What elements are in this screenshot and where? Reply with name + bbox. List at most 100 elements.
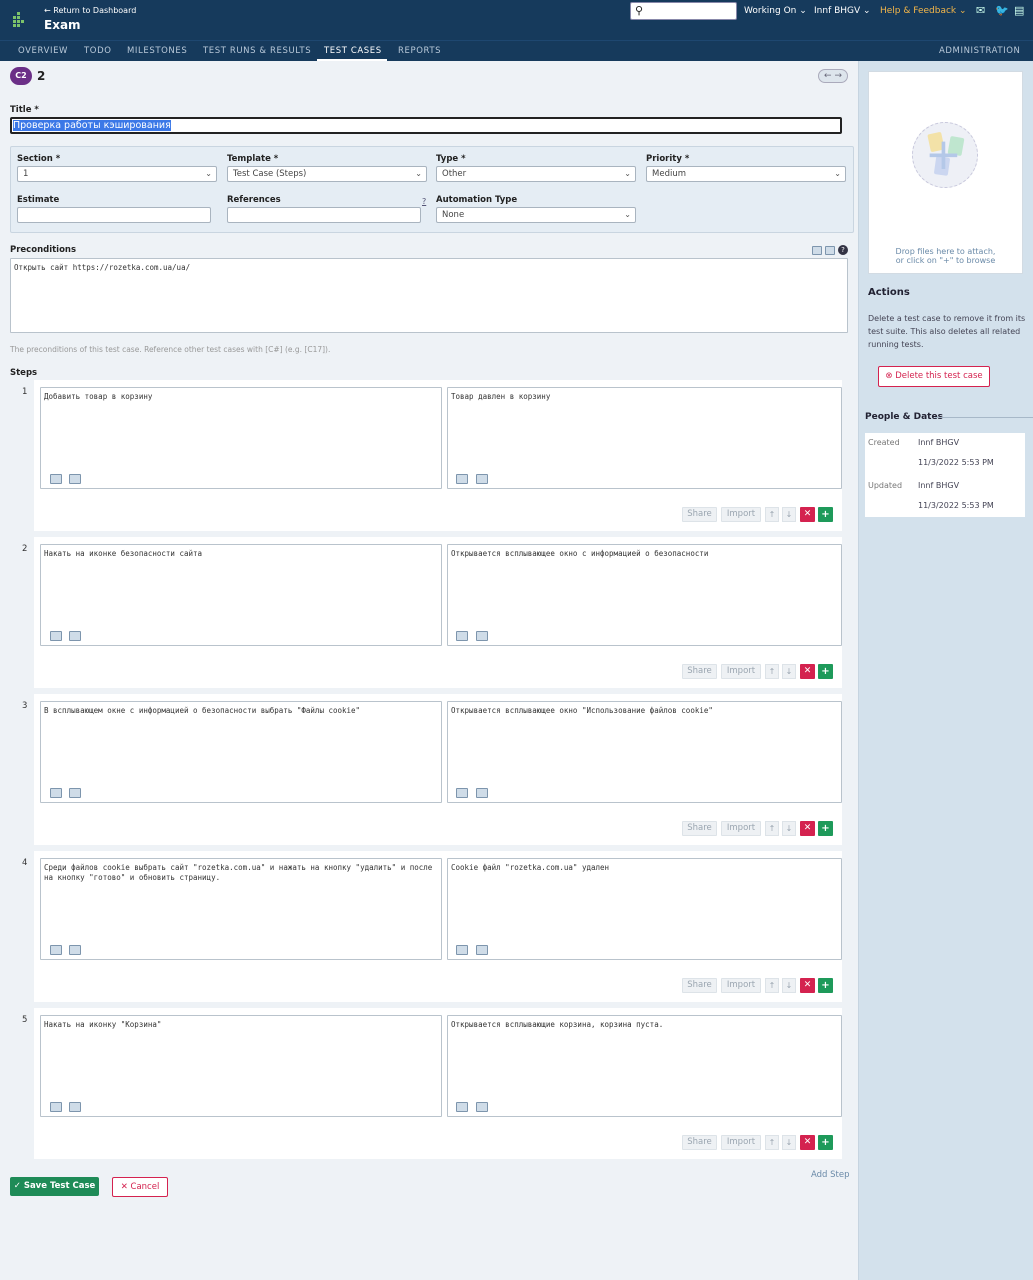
- nav-reports[interactable]: REPORTS: [398, 46, 441, 56]
- image-icon[interactable]: [50, 945, 62, 955]
- image-icon[interactable]: [456, 474, 468, 484]
- image-icon[interactable]: [456, 945, 468, 955]
- arrow-left-icon[interactable]: ←: [824, 71, 832, 81]
- add-step-icon[interactable]: +: [818, 978, 833, 993]
- table-icon[interactable]: [69, 1102, 81, 1112]
- save-test-case-button[interactable]: ✓ Save Test Case: [10, 1177, 99, 1196]
- cancel-button[interactable]: ✕ Cancel: [112, 1177, 168, 1197]
- image-icon[interactable]: [456, 788, 468, 798]
- delete-step-icon[interactable]: ✕: [800, 821, 815, 836]
- table-icon[interactable]: [69, 474, 81, 484]
- import-button[interactable]: Import: [721, 1135, 761, 1150]
- move-down-icon[interactable]: ↓: [782, 664, 796, 679]
- delete-test-case-button[interactable]: ⊗ Delete this test case: [878, 366, 990, 387]
- nav-test-cases[interactable]: TEST CASES: [324, 46, 382, 56]
- nav-todo[interactable]: TODO: [84, 46, 112, 56]
- preconditions-label: Preconditions: [10, 245, 77, 255]
- table-icon[interactable]: [69, 945, 81, 955]
- step-expected-textarea[interactable]: Открывается всплывающее окно "Использова…: [447, 701, 842, 803]
- move-up-icon[interactable]: ↑: [765, 978, 779, 993]
- share-button[interactable]: Share: [682, 1135, 717, 1150]
- image-icon[interactable]: [50, 631, 62, 641]
- project-title[interactable]: Exam: [44, 18, 81, 32]
- delete-step-icon[interactable]: ✕: [800, 507, 815, 522]
- share-button[interactable]: Share: [682, 821, 717, 836]
- table-icon[interactable]: [476, 474, 488, 484]
- move-down-icon[interactable]: ↓: [782, 821, 796, 836]
- table-icon[interactable]: [476, 945, 488, 955]
- nav-test-runs-results[interactable]: TEST RUNS & RESULTS: [203, 46, 311, 56]
- help-icon[interactable]: ?: [838, 245, 848, 255]
- preconditions-textarea[interactable]: Открыть сайт https://rozetka.com.ua/ua/: [10, 258, 848, 333]
- move-up-icon[interactable]: ↑: [765, 1135, 779, 1150]
- delete-step-icon[interactable]: ✕: [800, 1135, 815, 1150]
- add-step-icon[interactable]: +: [818, 507, 833, 522]
- image-icon[interactable]: [50, 788, 62, 798]
- image-icon[interactable]: [50, 474, 62, 484]
- image-icon[interactable]: [456, 1102, 468, 1112]
- automation-type-select[interactable]: None ⌄: [436, 207, 636, 223]
- table-icon[interactable]: [476, 1102, 488, 1112]
- move-down-icon[interactable]: ↓: [782, 507, 796, 522]
- import-button[interactable]: Import: [721, 664, 761, 679]
- add-step-link[interactable]: Add Step: [811, 1170, 850, 1180]
- step-expected-textarea[interactable]: Cookie файл "rozetka.com.ua" удален: [447, 858, 842, 960]
- image-icon[interactable]: [456, 631, 468, 641]
- nav-overview[interactable]: OVERVIEW: [18, 46, 68, 56]
- twitter-icon[interactable]: 🐦: [995, 4, 1009, 17]
- import-button[interactable]: Import: [721, 821, 761, 836]
- blog-icon[interactable]: ▤: [1014, 4, 1024, 17]
- table-icon[interactable]: [476, 788, 488, 798]
- image-icon[interactable]: [50, 1102, 62, 1112]
- import-button[interactable]: Import: [721, 507, 761, 522]
- move-up-icon[interactable]: ↑: [765, 507, 779, 522]
- nav-milestones[interactable]: MILESTONES: [127, 46, 187, 56]
- add-step-icon[interactable]: +: [818, 664, 833, 679]
- nav-administration[interactable]: ADMINISTRATION: [939, 46, 1021, 56]
- import-button[interactable]: Import: [721, 978, 761, 993]
- step-expected-textarea[interactable]: Товар давлен в корзину: [447, 387, 842, 489]
- section-select[interactable]: 1 ⌄: [17, 166, 217, 182]
- working-on-menu[interactable]: Working On ⌄: [744, 6, 807, 16]
- template-select[interactable]: Test Case (Steps) ⌄: [227, 166, 427, 182]
- add-step-icon[interactable]: +: [818, 1135, 833, 1150]
- image-icon[interactable]: [825, 246, 835, 258]
- move-down-icon[interactable]: ↓: [782, 1135, 796, 1150]
- step-content-textarea[interactable]: Накать на иконке безопасности сайта: [40, 544, 442, 646]
- step-content-textarea[interactable]: В всплывающем окне с информацией о безоп…: [40, 701, 442, 803]
- table-icon[interactable]: [812, 246, 822, 258]
- share-button[interactable]: Share: [682, 978, 717, 993]
- references-help-icon[interactable]: ?: [422, 197, 426, 206]
- testrail-logo-icon[interactable]: [13, 10, 25, 30]
- move-up-icon[interactable]: ↑: [765, 821, 779, 836]
- delete-step-icon[interactable]: ✕: [800, 664, 815, 679]
- add-step-icon[interactable]: +: [818, 821, 833, 836]
- prev-next-case-buttons[interactable]: ← →: [818, 69, 848, 83]
- title-input[interactable]: Проверка работы кэширования: [10, 117, 842, 134]
- move-up-icon[interactable]: ↑: [765, 664, 779, 679]
- share-button[interactable]: Share: [682, 664, 717, 679]
- delete-step-icon[interactable]: ✕: [800, 978, 815, 993]
- step-expected-textarea[interactable]: Открывается всплывающее окно с информаци…: [447, 544, 842, 646]
- type-select[interactable]: Other ⌄: [436, 166, 636, 182]
- user-menu[interactable]: Innf BHGV ⌄: [814, 6, 871, 16]
- search-input[interactable]: ⚲: [630, 2, 737, 20]
- arrow-right-icon[interactable]: →: [834, 71, 842, 81]
- table-icon[interactable]: [476, 631, 488, 641]
- step-content-textarea[interactable]: Среди файлов cookie выбрать сайт "rozetk…: [40, 858, 442, 960]
- step-content-textarea[interactable]: Добавить товар в корзину: [40, 387, 442, 489]
- close-icon: ✕: [120, 1182, 128, 1192]
- return-to-dashboard-link[interactable]: ← Return to Dashboard: [44, 6, 136, 15]
- move-down-icon[interactable]: ↓: [782, 978, 796, 993]
- priority-select[interactable]: Medium ⌄: [646, 166, 846, 182]
- mail-icon[interactable]: ✉: [976, 4, 985, 17]
- help-feedback-menu[interactable]: Help & Feedback ⌄: [880, 6, 967, 16]
- step-expected-textarea[interactable]: Открывается всплывающие корзина, корзина…: [447, 1015, 842, 1117]
- table-icon[interactable]: [69, 788, 81, 798]
- step-content-textarea[interactable]: Накать на иконку "Корзина": [40, 1015, 442, 1117]
- references-input[interactable]: [227, 207, 421, 223]
- attachment-add-icon[interactable]: +: [912, 122, 978, 188]
- estimate-input[interactable]: [17, 207, 211, 223]
- share-button[interactable]: Share: [682, 507, 717, 522]
- table-icon[interactable]: [69, 631, 81, 641]
